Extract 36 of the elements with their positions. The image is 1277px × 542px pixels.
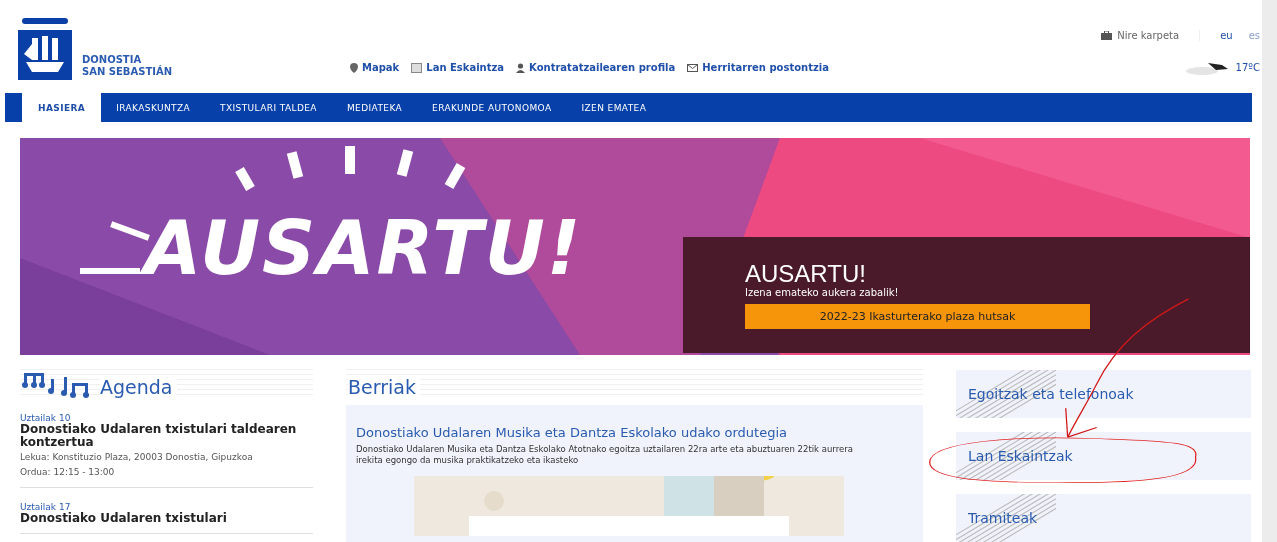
event-date: Uztailak 10 [20, 413, 72, 423]
top-link[interactable]: Mapak [350, 62, 400, 73]
news-title[interactable]: Donostiako Udalaren Musika eta Dantza Eskolako udako ordutegia [356, 425, 913, 440]
pin-icon [350, 62, 358, 73]
nav-tab[interactable]: IRAKASKUNTZA [101, 93, 206, 122]
quick-link[interactable]: Tramiteak [956, 494, 1251, 542]
envelope-icon [687, 63, 699, 72]
temperature: 17ºC [1235, 61, 1260, 73]
promo-button[interactable]: 2022-23 Ikasturterako plaza hutsak [745, 304, 1090, 329]
logo-text: SAN SEBASTIÁN [82, 66, 173, 78]
top-link[interactable]: Lan Eskaintza [411, 62, 505, 73]
promo-banner[interactable]: AUSARTU! AUSARTU! Izena emateko aukera zabalik! 2022-23 Ikasturterako plaza hutsak [20, 138, 1250, 355]
nav-tab[interactable]: IZEN EMATEA [566, 93, 662, 122]
nav-tab[interactable]: MEDIATEKA [331, 93, 418, 122]
promo-title: AUSARTU! [745, 261, 866, 287]
event-time: Ordua: 12:15 - 13:00 [20, 466, 116, 479]
briefcase-icon [1101, 31, 1113, 40]
nav-tab[interactable]: HASIERA [22, 93, 102, 122]
event-date: Uztailak 17 [20, 502, 72, 512]
promo-subtitle: Izena emateko aukera zabalik! [745, 287, 899, 298]
account-link[interactable]: Nire karpeta [1101, 30, 1180, 41]
event-place: Lekua: Konstituzio Plaza, 20003 Donostia, Gipuzkoa [20, 451, 254, 464]
language-link[interactable]: eu [1220, 30, 1233, 41]
city-crest-icon[interactable] [18, 18, 72, 80]
quick-link[interactable]: Lan Eskaintzak [956, 432, 1251, 480]
top-link[interactable]: Herritarren postontzia [687, 62, 829, 73]
event-title[interactable]: Donostiako Udalaren txistulari taldearen kontzertua [20, 423, 313, 449]
person-icon [516, 62, 526, 73]
nav-tab[interactable]: ERAKUNDE AUTONOMOA [417, 93, 567, 122]
event-title[interactable]: Donostiako Udalaren txistulari [20, 512, 313, 525]
banner-headline: AUSARTU! [140, 208, 597, 288]
nav-tab[interactable]: TXISTULARI TALDEA [205, 93, 332, 122]
top-link[interactable]: Kontratatzailearen profila [516, 62, 676, 73]
news-text: Donostiako Udalaren Musika eta Dantza Eskolako Atotnako egoitza uztailaren 22ra arte eta abuztuaren 22tik aurrera irekita egongo da musika praktikatzeko eta ikasteko [356, 444, 854, 466]
logo-text: DONOSTIA [82, 54, 143, 65]
board-icon [411, 62, 423, 73]
